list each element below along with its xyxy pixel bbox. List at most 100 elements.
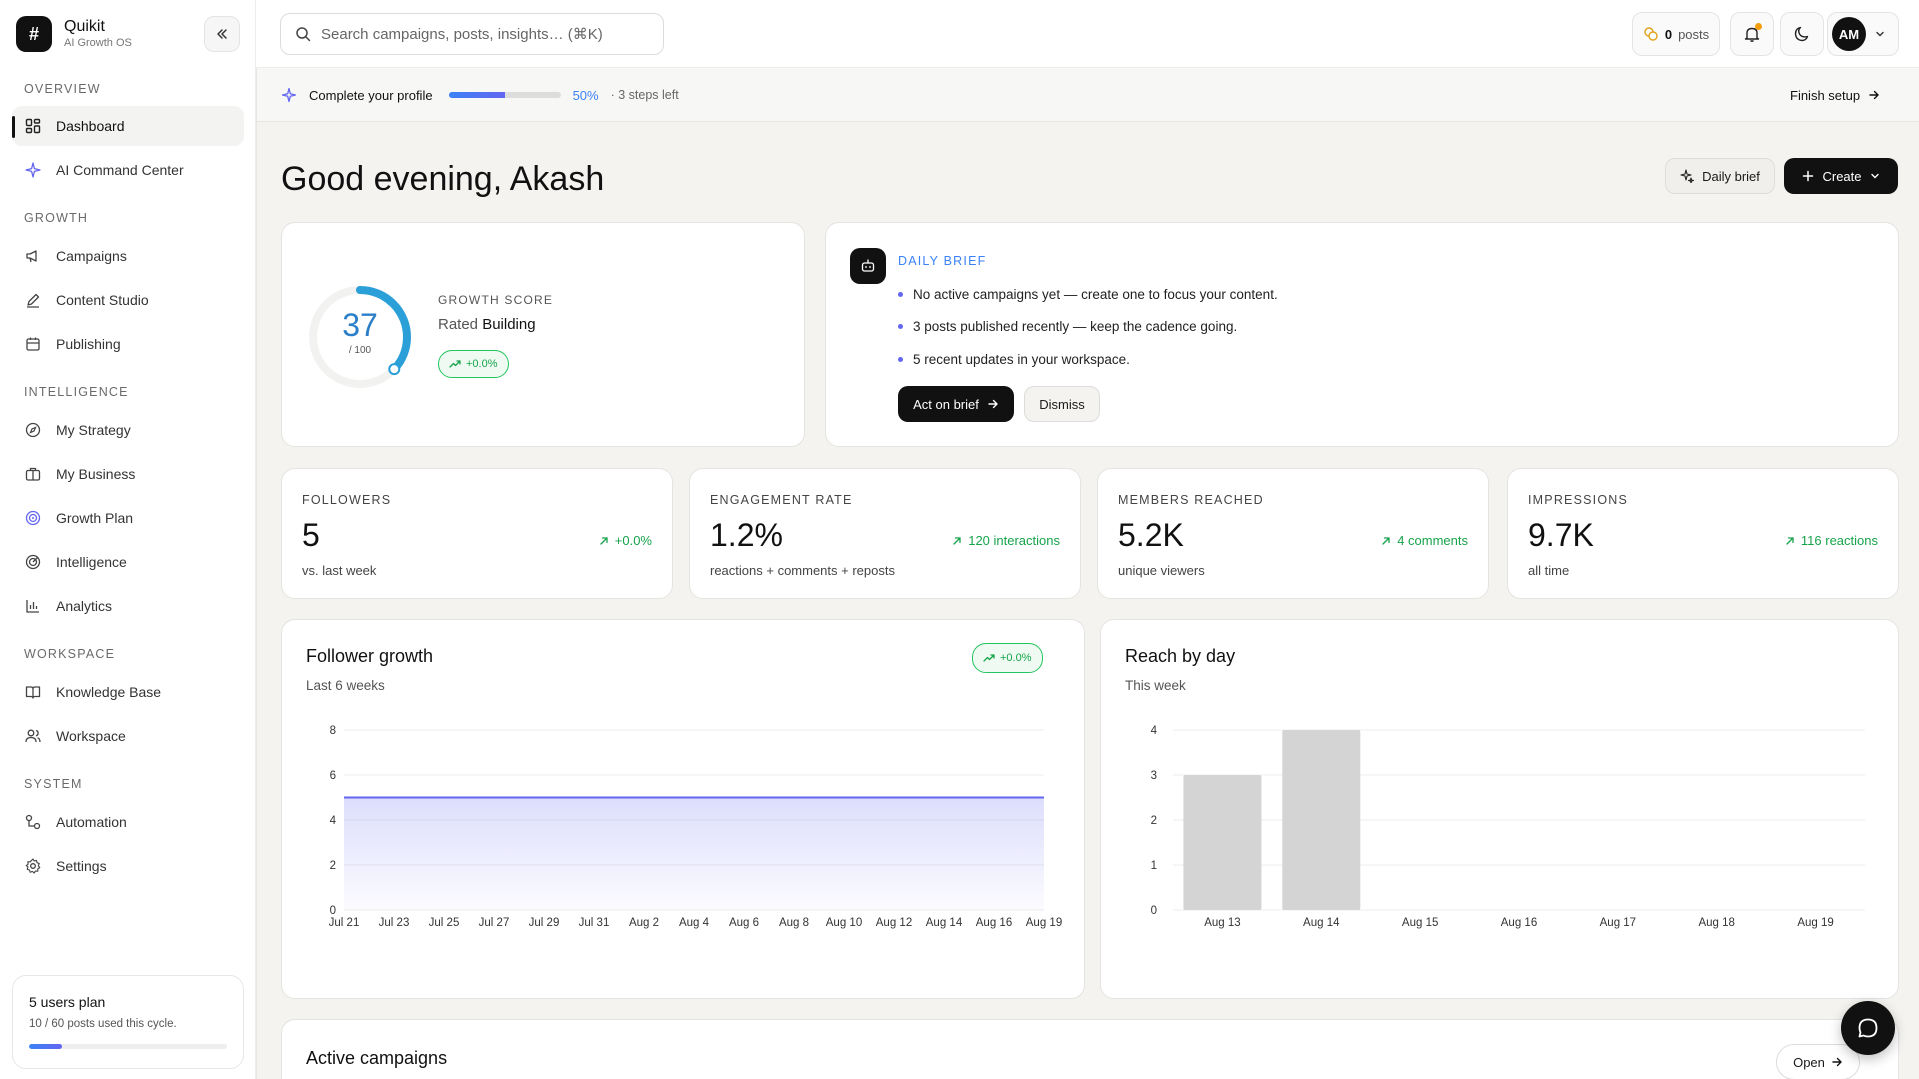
avatar: AM (1832, 17, 1866, 51)
posts-label: posts (1678, 26, 1710, 42)
y-tick-label: 0 (1151, 905, 1157, 917)
stat-delta-text: +0.0% (614, 533, 652, 548)
brand[interactable]: # Quikit AI Growth OS (16, 16, 132, 52)
arrow-up-right-icon (953, 536, 961, 545)
x-tick-label: Aug 13 (1204, 917, 1240, 929)
sparkle-icon (24, 161, 42, 179)
radar-icon (24, 553, 42, 571)
stat-delta: +0.0% (599, 533, 652, 548)
open-campaigns-button[interactable]: Open (1776, 1044, 1860, 1079)
finish-setup-link[interactable]: Finish setup (1790, 68, 1880, 122)
theme-toggle-button[interactable] (1780, 12, 1824, 56)
growth-score-value: 37 (342, 307, 378, 343)
sidebar-item-publishing[interactable]: Publishing (12, 324, 244, 364)
sidebar-item-growth-plan[interactable]: Growth Plan (12, 498, 244, 538)
sidebar-item-label: Intelligence (56, 554, 127, 570)
search-input[interactable]: Search campaigns, posts, insights… (⌘K) (280, 13, 664, 55)
rated-value: Building (482, 316, 536, 333)
act-label: Act on brief (913, 396, 979, 412)
act-on-brief-button[interactable]: Act on brief (898, 386, 1014, 422)
target-icon (24, 509, 42, 527)
bar (1282, 730, 1361, 910)
users-icon (24, 727, 42, 745)
main-content: Good evening, Akash Daily brief Create 3… (256, 122, 1919, 1079)
y-tick-label: 8 (330, 725, 336, 737)
create-button[interactable]: Create (1784, 158, 1898, 194)
arrow-up-right-icon (600, 536, 608, 545)
dismiss-button[interactable]: Dismiss (1024, 386, 1100, 422)
sidebar-item-intelligence[interactable]: Intelligence (12, 542, 244, 582)
stat-label: ENGAGEMENT RATE (710, 493, 853, 507)
stat-delta-text: 120 interactions (968, 533, 1060, 548)
sidebar-item-analytics[interactable]: Analytics (12, 586, 244, 626)
x-tick-label: Aug 18 (1698, 917, 1734, 929)
growth-score-rating: Rated Building (438, 316, 536, 333)
workflow-icon (24, 813, 42, 831)
sidebar-item-dashboard[interactable]: Dashboard (12, 106, 244, 146)
profile-progress-fill (448, 92, 505, 98)
plan-title: 5 users plan (29, 994, 106, 1010)
sidebar: # Quikit AI Growth OS OVERVIEW Dashboard… (0, 0, 256, 1079)
growth-score-label: GROWTH SCORE (438, 293, 554, 307)
x-tick-label: Aug 2 (629, 917, 659, 929)
stat-label: IMPRESSIONS (1528, 493, 1629, 507)
stat-card-impressions: IMPRESSIONS 9.7K 116 reactions all time (1507, 468, 1899, 599)
megaphone-icon (24, 247, 42, 265)
collapse-sidebar-button[interactable] (204, 16, 240, 52)
active-campaigns-card: Active campaigns Open (281, 1019, 1899, 1079)
stat-sub: unique viewers (1118, 563, 1205, 578)
stat-sub: vs. last week (302, 563, 377, 578)
brief-item: 5 recent updates in your workspace. (898, 352, 1130, 367)
sidebar-item-label: Campaigns (56, 248, 127, 264)
x-tick-label: Aug 4 (679, 917, 710, 929)
profile-progress-bar (448, 92, 561, 98)
growth-score-max: / 100 (348, 345, 372, 356)
plan-card[interactable]: 5 users plan 10 / 60 posts used this cyc… (12, 975, 244, 1069)
daily-brief-label: Daily brief (1702, 168, 1760, 184)
coins-icon (1644, 27, 1658, 41)
x-tick-label: Aug 14 (1303, 917, 1340, 929)
sidebar-item-my-strategy[interactable]: My Strategy (12, 410, 244, 450)
y-tick-label: 2 (1151, 815, 1157, 827)
section-overview: OVERVIEW (24, 82, 101, 96)
arrow-up-right-icon (1382, 536, 1390, 545)
stat-sub: all time (1528, 563, 1570, 578)
sidebar-item-label: Content Studio (56, 292, 149, 308)
stat-delta: 120 interactions (952, 533, 1060, 548)
posts-counter-button[interactable]: 0 posts (1632, 12, 1720, 56)
series-area (344, 797, 1044, 910)
sidebar-item-label: Knowledge Base (56, 684, 162, 700)
gear-icon (24, 857, 42, 875)
stat-card-members-reached: MEMBERS REACHED 5.2K 4 comments unique v… (1097, 468, 1489, 599)
grid-icon (24, 117, 42, 135)
rated-prefix: Rated (438, 316, 479, 333)
follower-growth-chart: 0 2 4 6 8 Jul 21 Jul 23 Jul 25 Jul 27 Jul 29 Jul 3… (329, 725, 1063, 929)
x-tick-label: Aug 14 (926, 917, 963, 929)
sidebar-item-workspace[interactable]: Workspace (12, 716, 244, 756)
bar (1183, 775, 1262, 910)
sidebar-item-label: Workspace (56, 728, 126, 744)
sidebar-item-content-studio[interactable]: Content Studio (12, 280, 244, 320)
posts-count: 0 (1664, 26, 1673, 42)
notifications-button[interactable] (1730, 12, 1774, 56)
page-title: Good evening, Akash (281, 160, 605, 198)
stat-value: 5.2K (1118, 517, 1184, 553)
y-tick-label: 3 (1151, 770, 1157, 782)
account-menu-button[interactable]: AM (1827, 12, 1899, 56)
chat-button[interactable] (1841, 1001, 1895, 1055)
reach-by-day-card: Reach by day This week 0 1 2 3 4 Aug 13 Aug 14… (1100, 619, 1899, 999)
pen-icon (24, 291, 42, 309)
x-tick-label: Jul 23 (379, 917, 410, 929)
x-tick-label: Aug 6 (729, 917, 759, 929)
x-tick-label: Jul 25 (429, 917, 460, 929)
stat-delta: 116 reactions (1785, 533, 1878, 548)
sidebar-item-settings[interactable]: Settings (12, 846, 244, 886)
daily-brief-button[interactable]: Daily brief (1665, 158, 1775, 194)
sidebar-item-my-business[interactable]: My Business (12, 454, 244, 494)
sidebar-item-automation[interactable]: Automation (12, 802, 244, 842)
stat-value: 9.7K (1528, 517, 1594, 553)
sidebar-item-knowledge-base[interactable]: Knowledge Base (12, 672, 244, 712)
x-tick-label: Jul 21 (329, 917, 360, 929)
sidebar-item-ai-command-center[interactable]: AI Command Center (12, 150, 244, 190)
sidebar-item-campaigns[interactable]: Campaigns (12, 236, 244, 276)
